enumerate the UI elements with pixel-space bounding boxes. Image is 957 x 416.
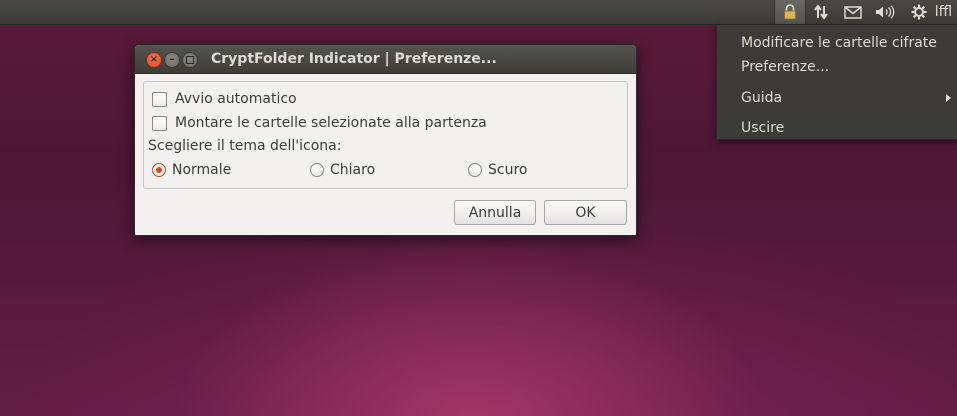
theme-chiaro-radio[interactable] — [310, 163, 324, 177]
theme-option-scuro[interactable]: Scuro — [468, 162, 527, 178]
network-icon — [814, 4, 828, 20]
maximize-button[interactable] — [182, 52, 198, 68]
chevron-right-icon — [946, 94, 951, 102]
close-button[interactable]: × — [146, 52, 162, 68]
preferences-dialog: × – CryptFolder Indicator | Preferenze..… — [134, 44, 637, 236]
theme-scuro-radio[interactable] — [468, 163, 482, 177]
menu-item-help[interactable]: Guida — [741, 90, 782, 106]
gear-icon — [911, 4, 927, 20]
icon-theme-label: Scegliere il tema dell'icona: — [148, 138, 342, 154]
top-panel: lffl — [0, 0, 957, 25]
cryptfolder-indicator[interactable] — [774, 0, 806, 24]
mount-on-start-option[interactable]: Montare le cartelle selezionate alla par… — [152, 115, 487, 131]
dialog-title: CryptFolder Indicator | Preferenze... — [211, 51, 497, 67]
sound-indicator[interactable] — [872, 0, 898, 24]
theme-normale-radio[interactable] — [152, 163, 166, 177]
menu-item-quit[interactable]: Uscire — [741, 120, 784, 136]
sound-icon — [876, 5, 895, 19]
menu-item-edit-folders[interactable]: Modificare le cartelle cifrate — [741, 35, 937, 51]
autostart-checkbox[interactable] — [152, 91, 167, 107]
lock-icon — [784, 4, 796, 20]
theme-chiaro-label: Chiaro — [330, 162, 376, 178]
menu-item-preferences[interactable]: Preferenze... — [741, 59, 829, 75]
messaging-indicator[interactable] — [840, 0, 866, 24]
session-indicator[interactable] — [906, 0, 932, 24]
mail-icon — [844, 5, 862, 19]
mount-on-start-checkbox[interactable] — [152, 115, 167, 131]
theme-option-chiaro[interactable]: Chiaro — [310, 162, 375, 178]
minimize-icon: – — [169, 54, 175, 65]
options-frame: Avvio automatico Montare le cartelle sel… — [143, 81, 628, 189]
autostart-option[interactable]: Avvio automatico — [152, 91, 297, 107]
autostart-label: Avvio automatico — [175, 91, 297, 107]
close-icon: × — [149, 54, 159, 65]
indicator-menu: Modificare le cartelle cifrate Preferenz… — [716, 25, 957, 140]
desktop-background: lffl Modificare le cartelle cifrate Pref… — [0, 0, 957, 416]
theme-option-normale[interactable]: Normale — [152, 162, 231, 178]
maximize-icon — [186, 56, 194, 64]
user-name-label[interactable]: lffl — [930, 0, 957, 24]
ok-button[interactable]: OK — [544, 200, 627, 225]
mount-on-start-label: Montare le cartelle selezionate alla par… — [175, 115, 487, 131]
theme-scuro-label: Scuro — [488, 162, 528, 178]
theme-normale-label: Normale — [172, 162, 232, 178]
minimize-button[interactable]: – — [164, 52, 180, 68]
network-indicator[interactable] — [808, 0, 834, 24]
dialog-titlebar[interactable]: × – CryptFolder Indicator | Preferenze..… — [135, 45, 636, 74]
cancel-button[interactable]: Annulla — [454, 200, 536, 225]
